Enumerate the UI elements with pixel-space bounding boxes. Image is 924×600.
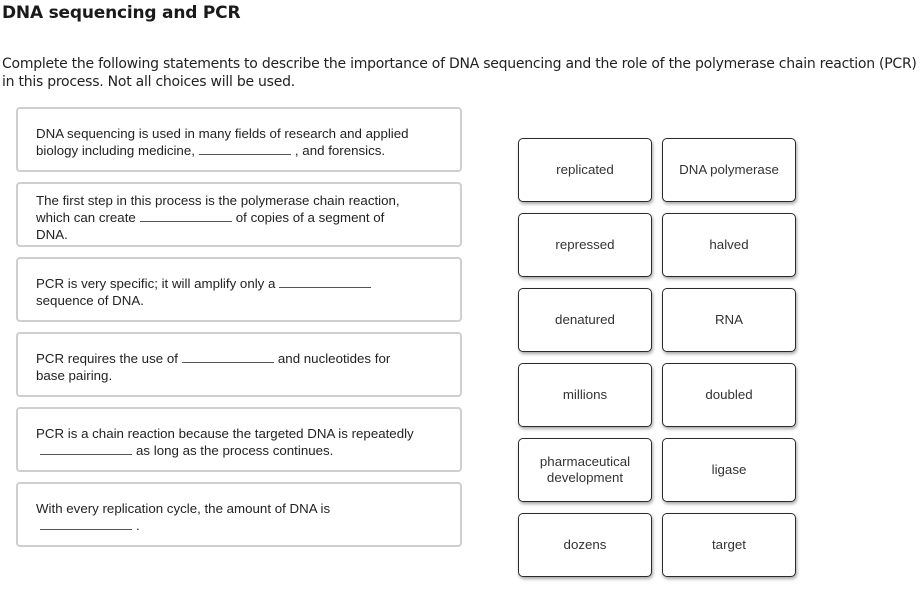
statement-text: PCR requires the use of and nucleotides f… [36,350,420,384]
choice-label: dozens [563,537,607,552]
answer-blank-4[interactable] [181,352,274,363]
choice-label: doubled [705,387,753,402]
statement-text-before: PCR is a chain reaction because the targ… [36,426,414,441]
statement-text-before: PCR requires the use of [36,351,178,366]
statement-text: With every replication cycle, the amount… [36,500,360,534]
choice-label: repressed [555,237,615,252]
statement-text-before: PCR is very specific; it will amplify on… [36,276,276,291]
answer-blank-6[interactable] [40,519,132,530]
choice-tile-dozens[interactable]: dozens [518,513,652,577]
statement-text: DNA sequencing is used in many fields of… [36,125,442,159]
statement-text-before: With every replication cycle, the amount… [36,501,331,516]
statement-box-5: PCR is a chain reaction because the targ… [16,407,462,472]
choice-tile-repressed[interactable]: repressed [518,213,652,277]
choice-tile-target[interactable]: target [662,513,796,577]
choice-tile-dna-polymerase[interactable]: DNA polymerase [662,138,796,202]
choice-tile-pharmaceutical-development[interactable]: pharmaceutical development [518,438,652,502]
choice-label: ligase [711,462,747,477]
choice-label: RNA [714,312,744,327]
answer-blank-2[interactable] [139,211,232,222]
statement-text: PCR is a chain reaction because the targ… [36,425,440,459]
statement-text: PCR is very specific; it will amplify on… [36,275,400,309]
statement-box-1: DNA sequencing is used in many fields of… [16,107,462,172]
choice-tile-halved[interactable]: halved [662,213,796,277]
statement-box-2: The first step in this process is the po… [16,182,462,247]
choice-label: DNA polymerase [679,162,779,177]
page-title: DNA sequencing and PCR [2,3,241,23]
choice-tile-replicated[interactable]: replicated [518,138,652,202]
choice-tile-ligase[interactable]: ligase [662,438,796,502]
choice-tile-denatured[interactable]: denatured [518,288,652,352]
statement-box-3: PCR is very specific; it will amplify on… [16,257,462,322]
statement-text-after: . [136,518,140,533]
statement-text: The first step in this process is the po… [36,192,410,243]
choice-label: millions [562,387,608,402]
answer-blank-1[interactable] [198,144,291,155]
choice-label: target [711,537,746,552]
choice-tile-millions[interactable]: millions [518,363,652,427]
choice-label: pharmaceutical development [539,454,631,485]
choice-label: denatured [555,312,615,327]
instructions-text: Complete the following statements to des… [2,56,917,90]
statement-box-6: With every replication cycle, the amount… [16,482,462,547]
choice-tile-doubled[interactable]: doubled [662,363,796,427]
answer-blank-3[interactable] [279,277,372,288]
statement-text-after: , and forensics. [294,143,386,158]
choice-tile-rna[interactable]: RNA [662,288,796,352]
answer-blank-5[interactable] [40,444,132,455]
choice-label: halved [709,237,749,252]
statement-box-4: PCR requires the use of and nucleotides f… [16,332,462,397]
statement-text-after: as long as the process continues. [136,443,334,458]
statement-text-after: sequence of DNA. [36,293,144,308]
choice-label: replicated [556,162,614,177]
